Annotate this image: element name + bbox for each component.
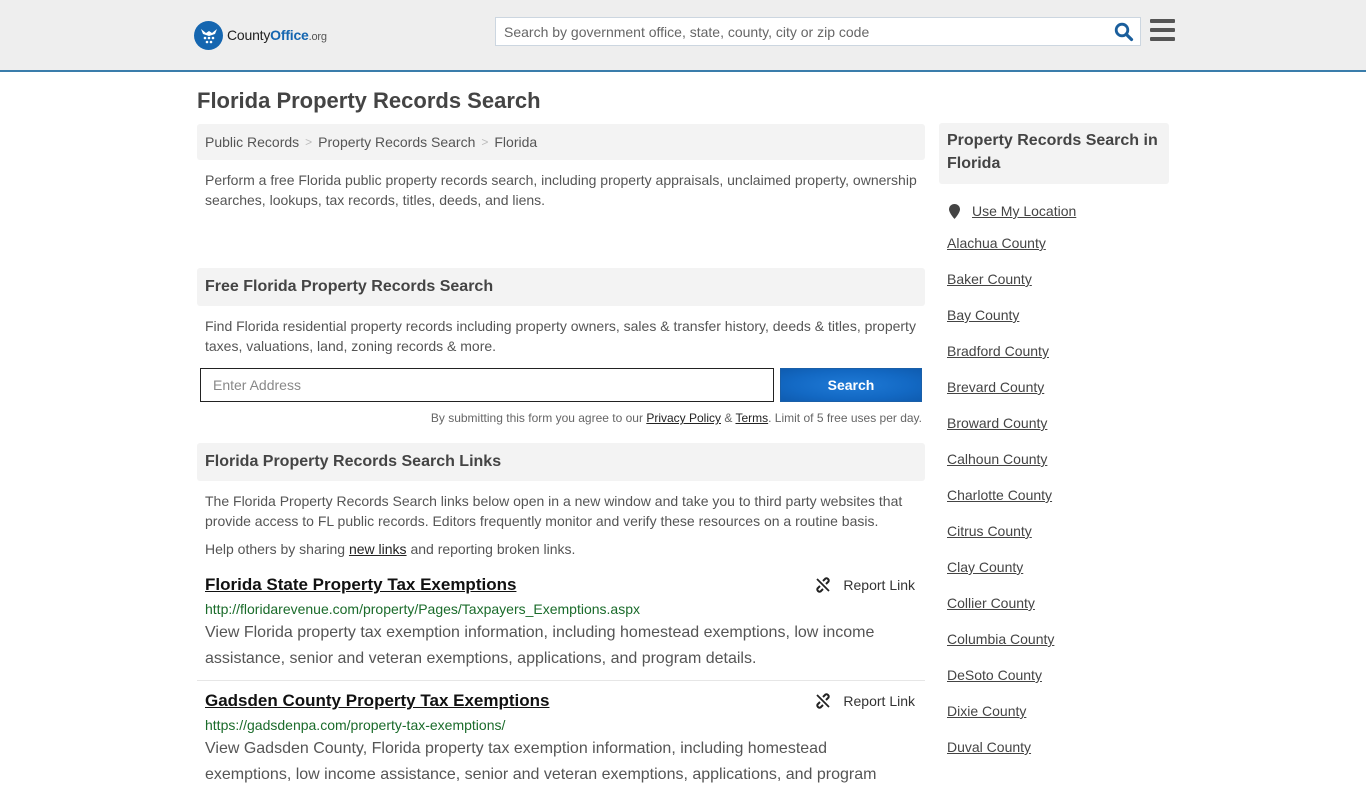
- resource-title-link[interactable]: Gadsden County Property Tax Exemptions: [205, 691, 549, 711]
- county-list-item: Alachua County: [947, 235, 1169, 271]
- county-link[interactable]: Collier County: [947, 595, 1035, 611]
- hamburger-menu-icon[interactable]: [1150, 19, 1175, 41]
- county-list-item: Charlotte County: [947, 487, 1169, 523]
- use-my-location-link[interactable]: Use My Location: [972, 203, 1076, 219]
- county-link[interactable]: DeSoto County: [947, 667, 1042, 683]
- county-link[interactable]: Broward County: [947, 415, 1047, 431]
- resource-link-item: Gadsden County Property Tax Exemptions R…: [197, 691, 925, 796]
- use-location: Use My Location: [939, 203, 1169, 219]
- county-list-item: Columbia County: [947, 631, 1169, 667]
- county-link[interactable]: Alachua County: [947, 235, 1046, 251]
- site-header: CountyOffice.org: [0, 0, 1366, 72]
- resource-link-item: Florida State Property Tax Exemptions Re…: [197, 575, 925, 681]
- address-input[interactable]: [200, 368, 774, 402]
- report-link-button[interactable]: Report Link: [815, 693, 915, 709]
- breadcrumb-public-records[interactable]: Public Records: [205, 134, 299, 150]
- address-search-form: Search: [197, 368, 925, 402]
- county-list-item: Clay County: [947, 559, 1169, 595]
- county-list-item: Brevard County: [947, 379, 1169, 415]
- breadcrumb-separator: >: [481, 135, 489, 149]
- privacy-policy-link[interactable]: Privacy Policy: [646, 411, 721, 425]
- free-search-section: Free Florida Property Records Search Fin…: [197, 268, 925, 425]
- county-list-item: Broward County: [947, 415, 1169, 451]
- county-link[interactable]: Calhoun County: [947, 451, 1047, 467]
- county-link[interactable]: Columbia County: [947, 631, 1054, 647]
- county-link[interactable]: Charlotte County: [947, 487, 1052, 503]
- report-link-button[interactable]: Report Link: [815, 577, 915, 593]
- county-link[interactable]: Baker County: [947, 271, 1032, 287]
- county-list-item: Duval County: [947, 739, 1169, 775]
- site-logo[interactable]: CountyOffice.org: [194, 20, 327, 50]
- help-text: Help others by sharing new links and rep…: [205, 541, 576, 557]
- free-search-heading: Free Florida Property Records Search: [197, 268, 925, 306]
- resource-description: View Florida property tax exemption info…: [205, 624, 875, 667]
- county-list-item: Citrus County: [947, 523, 1169, 559]
- new-links-link[interactable]: new links: [349, 541, 407, 557]
- county-list-item: Baker County: [947, 271, 1169, 307]
- county-link[interactable]: Brevard County: [947, 379, 1044, 395]
- resource-url[interactable]: https://gadsdenpa.com/property-tax-exemp…: [205, 717, 917, 733]
- address-search-button[interactable]: Search: [780, 368, 922, 402]
- map-pin-icon: [949, 203, 960, 219]
- sidebar-heading: Property Records Search in Florida: [939, 123, 1169, 184]
- intro-text: Perform a free Florida public property r…: [205, 172, 917, 208]
- breadcrumb-florida[interactable]: Florida: [494, 134, 537, 150]
- eagle-logo-icon: [194, 20, 223, 50]
- county-link[interactable]: Bradford County: [947, 343, 1049, 359]
- broken-link-icon: [816, 577, 831, 593]
- links-section: Florida Property Records Search Links Th…: [197, 443, 925, 796]
- free-search-description: Find Florida residential property record…: [205, 318, 916, 354]
- sidebar: Property Records Search in Florida Use M…: [939, 123, 1169, 775]
- county-link[interactable]: Dixie County: [947, 703, 1026, 719]
- county-list-item: DeSoto County: [947, 667, 1169, 703]
- breadcrumb: Public Records > Property Records Search…: [197, 124, 925, 160]
- terms-link[interactable]: Terms: [735, 411, 768, 425]
- logo-wordmark: CountyOffice.org: [227, 27, 327, 43]
- resource-title-link[interactable]: Florida State Property Tax Exemptions: [205, 575, 516, 595]
- links-description: The Florida Property Records Search link…: [205, 493, 903, 529]
- breadcrumb-property-records-search[interactable]: Property Records Search: [318, 134, 475, 150]
- broken-link-icon: [816, 693, 831, 709]
- county-list-item: Calhoun County: [947, 451, 1169, 487]
- county-link[interactable]: Clay County: [947, 559, 1023, 575]
- county-list: Alachua County Baker County Bay County B…: [939, 235, 1169, 775]
- site-search-input[interactable]: [496, 18, 1096, 45]
- breadcrumb-separator: >: [305, 135, 313, 149]
- resource-url[interactable]: http://floridarevenue.com/property/Pages…: [205, 601, 917, 617]
- form-disclaimer: By submitting this form you agree to our…: [430, 411, 922, 425]
- county-list-item: Bradford County: [947, 343, 1169, 379]
- site-search: [495, 17, 1141, 46]
- page-title: Florida Property Records Search: [197, 88, 541, 113]
- links-heading: Florida Property Records Search Links: [197, 443, 925, 481]
- county-link[interactable]: Citrus County: [947, 523, 1032, 539]
- county-list-item: Dixie County: [947, 703, 1169, 739]
- county-list-item: Collier County: [947, 595, 1169, 631]
- county-link[interactable]: Duval County: [947, 739, 1031, 755]
- search-icon[interactable]: [1114, 22, 1134, 42]
- main-content: Public Records > Property Records Search…: [197, 124, 925, 796]
- county-link[interactable]: Bay County: [947, 307, 1019, 323]
- county-list-item: Bay County: [947, 307, 1169, 343]
- resource-description: View Gadsden County, Florida property ta…: [205, 740, 877, 783]
